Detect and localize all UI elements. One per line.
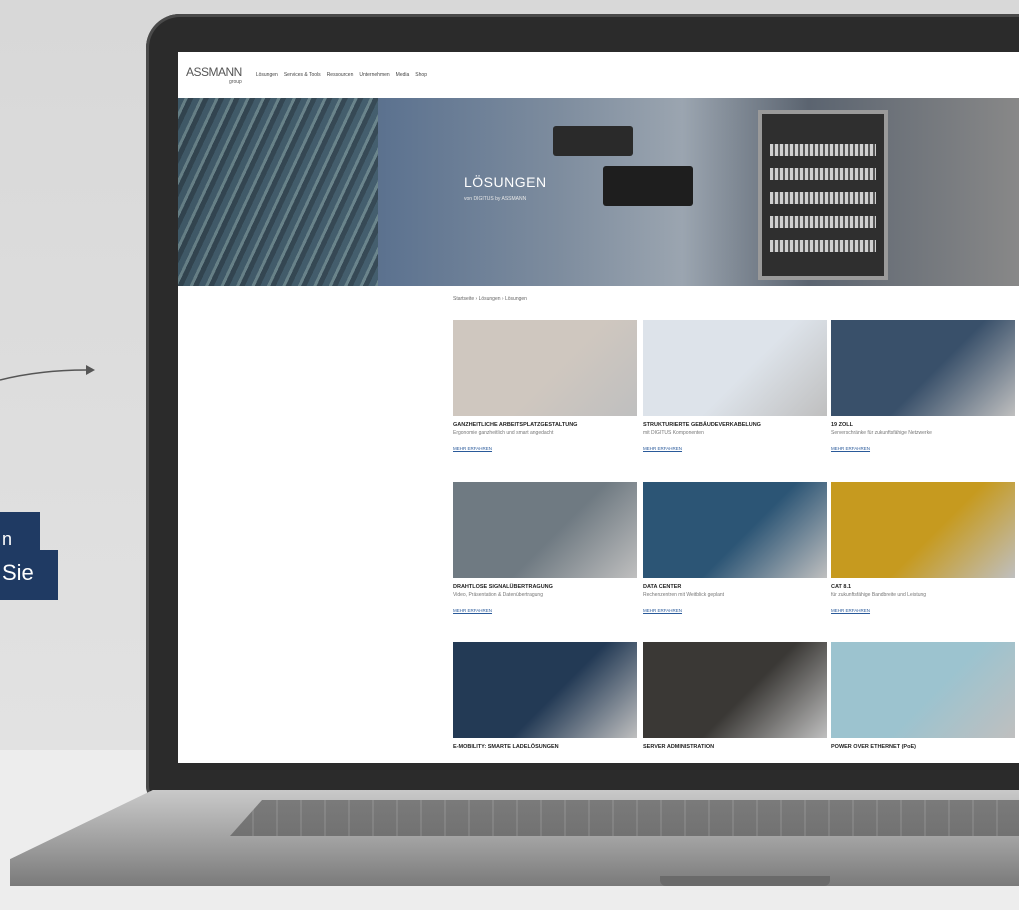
card-title: DRAHTLOSE SIGNALÜBERTRAGUNG	[453, 584, 553, 590]
site-header: ASSMANN group Lösungen Services & Tools …	[178, 52, 1019, 98]
rack-unit	[770, 144, 876, 156]
logo-subtext: group	[229, 79, 242, 85]
card-image	[831, 320, 1015, 416]
card-title: DATA CENTER	[643, 584, 682, 590]
laptop-screen: ASSMANN group Lösungen Services & Tools …	[178, 52, 1019, 763]
nav-item-loesungen[interactable]: Lösungen	[256, 72, 278, 78]
card-description: Rechenzentren mit Weitblick geplant	[643, 592, 725, 598]
more-link[interactable]: MEHR ERFAHREN	[643, 608, 827, 613]
card-description: Ergonomie ganzheitlich und smart angedac…	[453, 430, 554, 436]
solution-card[interactable]: POWER OVER ETHERNET (PoE)	[831, 642, 1015, 750]
more-link[interactable]: MEHR ERFAHREN	[831, 608, 1015, 613]
server-rack-image	[758, 110, 888, 280]
card-image	[643, 482, 827, 578]
more-link[interactable]: MEHR ERFAHREN	[831, 446, 1015, 451]
solution-card[interactable]: E-MOBILITY: SMARTE LADELÖSUNGEN	[453, 642, 637, 750]
arrow-icon	[0, 365, 95, 381]
nav-item-services[interactable]: Services & Tools	[284, 72, 321, 78]
cables-image	[178, 98, 378, 286]
solution-card[interactable]: CAT 8.1 für zukunftsfähige Bandbreite un…	[831, 482, 1015, 613]
card-image	[453, 642, 637, 738]
card-title: GANZHEITLICHE ARBEITSPLATZGESTALTUNG	[453, 422, 578, 428]
card-title: SERVER ADMINISTRATION	[643, 744, 715, 750]
more-link[interactable]: MEHR ERFAHREN	[453, 608, 637, 613]
more-link[interactable]: MEHR ERFAHREN	[453, 446, 637, 451]
device-image	[603, 166, 693, 206]
device-image	[553, 126, 633, 156]
card-description: Serverschränke für zukunftsfähige Netzwe…	[831, 430, 932, 436]
card-title: CAT 8.1	[831, 584, 852, 590]
laptop-notch	[660, 876, 830, 886]
card-image	[453, 482, 637, 578]
solution-card[interactable]: DRAHTLOSE SIGNALÜBERTRAGUNG Video, Präse…	[453, 482, 637, 613]
rack-unit	[770, 240, 876, 252]
solution-card[interactable]: SERVER ADMINISTRATION	[643, 642, 827, 750]
card-description: Video, Präsentation & Datenübertragung	[453, 592, 543, 598]
breadcrumb[interactable]: Startseite › Lösungen › Lösungen	[453, 296, 527, 302]
card-image	[831, 642, 1015, 738]
rack-unit	[770, 192, 876, 204]
card-image	[643, 642, 827, 738]
card-title: STRUKTURIERTE GEBÄUDEVERKABELUNG	[643, 422, 761, 428]
card-title: E-MOBILITY: SMARTE LADELÖSUNGEN	[453, 744, 559, 750]
card-image	[831, 482, 1015, 578]
solution-card[interactable]: DATA CENTER Rechenzentren mit Weitblick …	[643, 482, 827, 613]
card-title: POWER OVER ETHERNET (PoE)	[831, 744, 916, 750]
more-link[interactable]: MEHR ERFAHREN	[643, 446, 827, 451]
hero-subtitle: von DIGITUS by ASSMANN	[464, 196, 527, 202]
nav-item-ressourcen[interactable]: Ressourcen	[327, 72, 354, 78]
callout-text-line2: Sie	[0, 550, 58, 600]
rack-unit	[770, 168, 876, 180]
card-description: mit DIGITUS Komponenten	[643, 430, 704, 436]
solution-card[interactable]: 19 ZOLL Serverschränke für zukunftsfähig…	[831, 320, 1015, 451]
hero-banner: LÖSUNGEN von DIGITUS by ASSMANN	[178, 98, 1019, 286]
card-title: 19 ZOLL	[831, 422, 854, 428]
site-logo[interactable]: ASSMANN group	[186, 65, 242, 85]
rack-unit	[770, 216, 876, 228]
solution-card[interactable]: GANZHEITLICHE ARBEITSPLATZGESTALTUNG Erg…	[453, 320, 637, 451]
card-image	[453, 320, 637, 416]
callout-text-line1: n	[0, 512, 40, 550]
solution-card[interactable]: STRUKTURIERTE GEBÄUDEVERKABELUNG mit DIG…	[643, 320, 827, 451]
hero-title: LÖSUNGEN	[464, 174, 547, 190]
logo-text: ASSMANN	[186, 65, 242, 79]
main-nav: Lösungen Services & Tools Ressourcen Unt…	[256, 72, 427, 78]
nav-item-unternehmen[interactable]: Unternehmen	[359, 72, 389, 78]
nav-item-media[interactable]: Media	[396, 72, 410, 78]
card-description: für zukunftsfähige Bandbreite und Leistu…	[831, 592, 927, 598]
keyboard	[230, 800, 1019, 836]
nav-item-shop[interactable]: Shop	[415, 72, 427, 78]
card-image	[643, 320, 827, 416]
